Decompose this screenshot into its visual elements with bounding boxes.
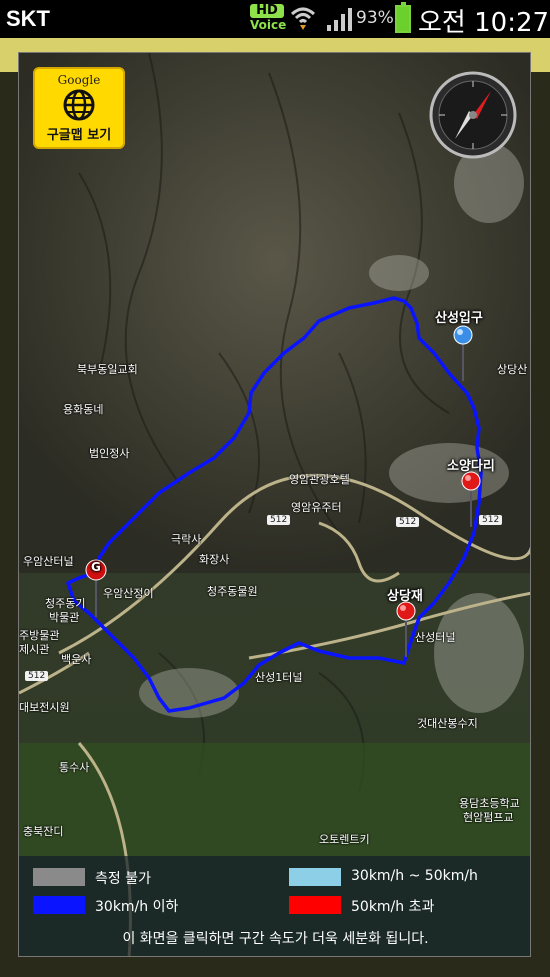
satellite-map[interactable] <box>19 53 531 957</box>
checkpoint-pin-1[interactable] <box>461 471 481 527</box>
clock: 오전 10:27 <box>418 8 550 38</box>
place-yeongam-center: 영암유주터 <box>291 501 342 514</box>
speed-legend[interactable]: 측정 불가 30km/h ~ 50km/h 30km/h 이하 50km/h 초… <box>19 856 530 956</box>
road-shield: 512 <box>267 515 291 525</box>
place-tongsu: 통수사 <box>59 761 90 774</box>
legend-label-unmeasured: 측정 불가 <box>95 871 151 887</box>
start-pin-label: 산성입구 <box>435 311 483 326</box>
google-brand-label: Google <box>57 73 101 87</box>
place-sangdangsan: 상당산 <box>497 363 528 376</box>
place-uam-top: 우암산정이 <box>103 587 154 600</box>
place-beobin: 법인정사 <box>89 447 130 460</box>
place-hwajang: 화장사 <box>199 553 230 566</box>
place-yeongam-hotel: 영암관광호텔 <box>289 473 350 486</box>
compass-icon[interactable] <box>429 71 517 159</box>
legend-swatch-unmeasured <box>33 868 85 886</box>
road-shield: 512 <box>25 671 49 681</box>
place-yonghwa: 용화동네 <box>63 403 104 416</box>
legend-label-fast: 50km/h 초과 <box>351 899 435 915</box>
legend-swatch-fast <box>289 896 341 914</box>
voice-label: Voice <box>250 18 287 32</box>
place-bukbu: 북부동일교회 <box>77 363 138 376</box>
place-hyeonam: 현암펌프교 <box>463 811 514 824</box>
battery-percent: 93% <box>356 8 394 28</box>
route-map-popup[interactable]: 북부동일교회 용화동네 법인정사 영암관광호텔 영암유주터 극락사 화장사 청주… <box>18 52 531 957</box>
place-yeotdae: 것대산봉수지 <box>417 717 478 730</box>
hd-label: HD <box>250 4 284 18</box>
legend-note: 이 화면을 클릭하면 구간 속도가 더욱 세분화 됩니다. <box>122 931 429 947</box>
place-chungbuk: 충북잔디 <box>23 825 64 838</box>
legend-swatch-slow <box>33 896 85 914</box>
place-baekun: 백운사 <box>61 653 92 666</box>
place-geungnak: 극락사 <box>171 533 202 546</box>
legend-swatch-mid-speed <box>289 868 341 886</box>
status-bar: SKT HD Voice 93% 오전 10:27 <box>0 0 550 38</box>
place-sanseong-tunnel-2: 산성터널 <box>415 631 456 644</box>
wifi-icon <box>290 7 316 30</box>
place-sanseong-tunnel: 산성1터널 <box>255 671 303 684</box>
place-uam-tunnel: 우암산터널 <box>23 555 74 568</box>
signal-strength-icon <box>327 8 352 31</box>
road-shield: 512 <box>479 515 503 525</box>
carrier-name: SKT <box>6 6 50 31</box>
checkpoint-pin-2[interactable] <box>396 601 416 657</box>
open-google-maps-button[interactable]: Google 구글맵 보기 <box>33 67 125 149</box>
google-maps-label: 구글맵 보기 <box>46 128 112 143</box>
goal-pin-label: G <box>91 560 101 574</box>
battery-icon <box>395 2 411 33</box>
place-museum-2: 박물관 <box>49 611 80 624</box>
legend-label-slow: 30km/h 이하 <box>95 899 179 915</box>
road-shield: 512 <box>396 517 420 527</box>
legend-label-mid-speed: 30km/h ~ 50km/h <box>351 868 478 884</box>
place-dae: 대보전시원 <box>19 701 70 714</box>
place-auto-center: 오토렌트키 <box>319 833 370 846</box>
start-pin[interactable] <box>453 325 473 381</box>
place-jugu-2: 제시관 <box>19 643 50 656</box>
place-cheongju-zoo: 청주동물원 <box>207 585 258 598</box>
hd-voice-icon: HD Voice <box>250 4 287 34</box>
globe-icon <box>63 89 95 121</box>
